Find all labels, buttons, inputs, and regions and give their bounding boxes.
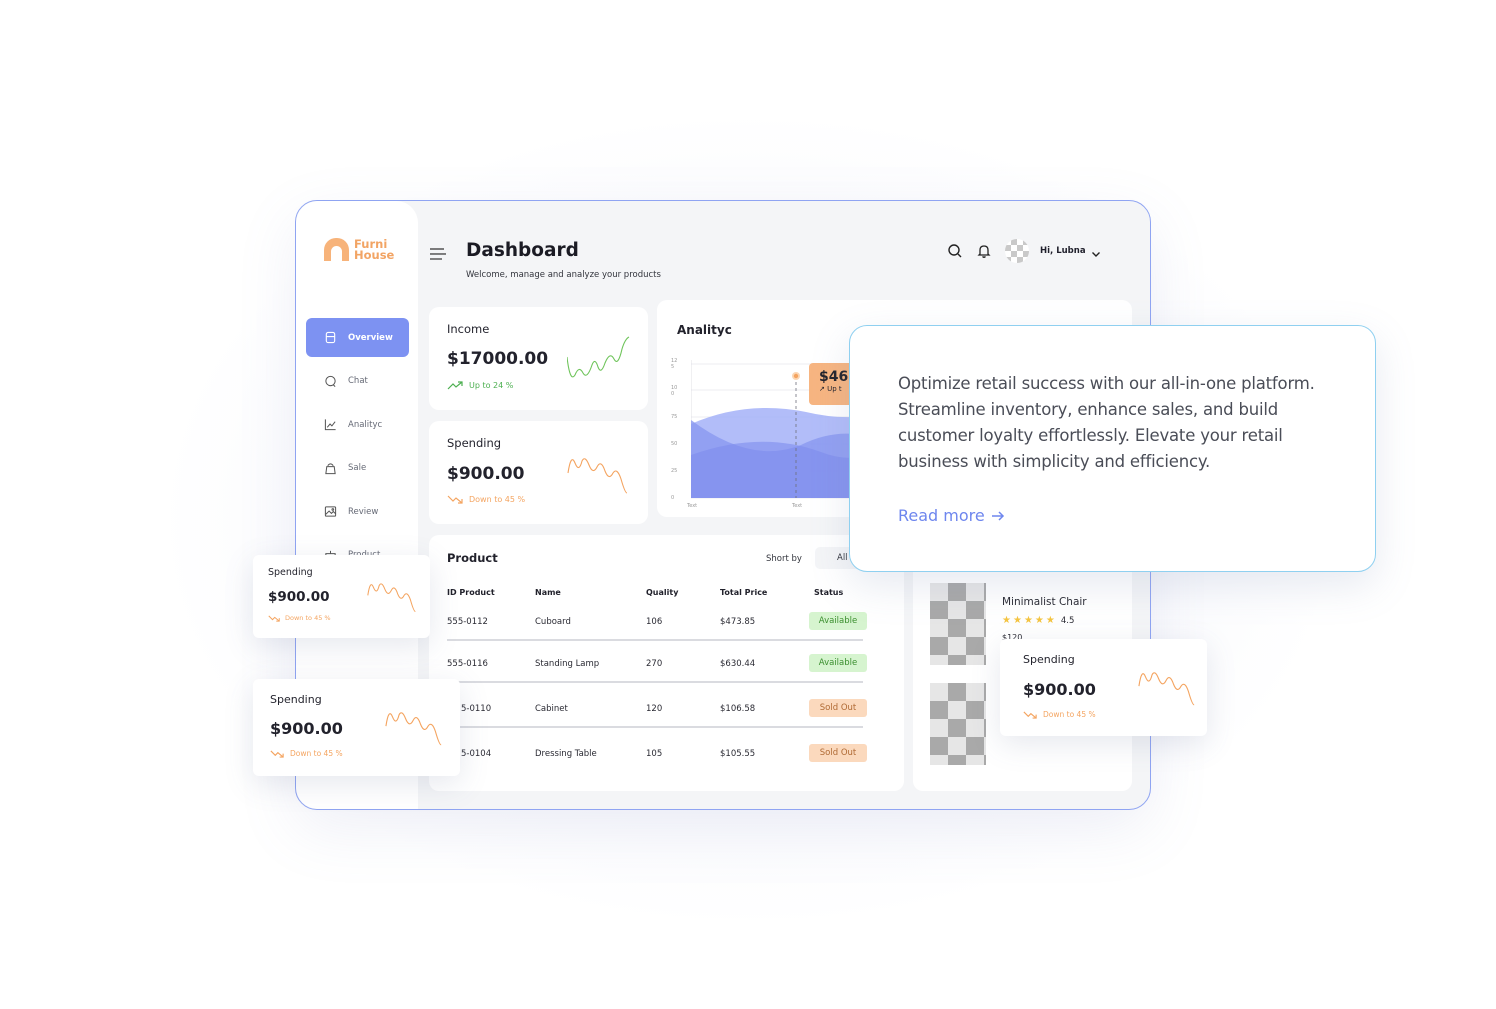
star-icon: ★ [1002, 615, 1011, 626]
y-tick-75: 75 [671, 414, 678, 420]
page-subtitle: Welcome, manage and analyze your product… [466, 270, 661, 280]
y-tick-0: 0 [671, 495, 675, 501]
promo-card: Optimize retail success with our all-in-… [849, 325, 1376, 572]
product-image-placeholder[interactable] [930, 683, 986, 765]
image-icon [324, 505, 337, 518]
brand-logo[interactable]: Furni House [324, 238, 396, 261]
spending-float-card: Spending $900.00 Down to 45 % [1000, 639, 1207, 736]
product-title: Product [447, 551, 498, 565]
analytics-icon [324, 418, 337, 431]
product-table-card: Product Short by All ID Product Name Qua… [429, 535, 904, 791]
spending-sparkline [385, 712, 442, 746]
page-title: Dashboard [466, 240, 579, 261]
status-badge: Available [809, 612, 867, 630]
spending-label: Spending [1023, 653, 1075, 666]
row-divider [447, 726, 863, 728]
sidebar-nav: Overview Chat Analityc Sale Review [306, 318, 409, 579]
spending-value: $900.00 [1023, 680, 1096, 699]
spending-label: Spending [447, 436, 502, 450]
hamburger-menu-icon[interactable] [430, 245, 446, 264]
star-icon: ★ [1012, 615, 1022, 626]
avatar[interactable] [1005, 239, 1029, 263]
spending-value: $900.00 [270, 719, 343, 738]
search-icon[interactable] [947, 243, 963, 259]
status-badge: Sold Out [809, 699, 867, 717]
chevron-down-icon[interactable] [1090, 245, 1102, 264]
sidebar-item-sale[interactable]: Sale [306, 449, 409, 488]
y-tick-125: 12 5 [671, 358, 678, 370]
trend-down-icon [447, 495, 463, 504]
income-card: Income $17000.00 Up to 24 % [429, 307, 648, 410]
column-header: Status [814, 588, 844, 597]
spending-sparkline [1138, 672, 1195, 706]
sort-label: Short by [766, 554, 802, 564]
spending-trend: Down to 45 % [270, 749, 343, 758]
x-tick-label: Text [687, 503, 698, 509]
sidebar-item-chat[interactable]: Chat [306, 362, 409, 401]
income-label: Income [447, 322, 490, 336]
trend-up-icon [447, 381, 463, 390]
table-row[interactable]: 555-0116 Standing Lamp 270 $630.44 Avail… [447, 641, 867, 685]
table-row[interactable]: 5-0110 Cabinet 120 $106.58 Sold Out [447, 686, 867, 730]
sidebar-item-overview[interactable]: Overview [306, 318, 409, 357]
sidebar-item-label: Sale [348, 463, 367, 473]
spending-trend: Down to 45 % [1023, 710, 1096, 719]
trend-down-icon [270, 750, 284, 758]
y-tick-50: 50 [671, 441, 678, 447]
row-divider [447, 681, 863, 683]
sidebar-item-label: Overview [348, 332, 393, 343]
spending-card: Spending $900.00 Down to 45 % [429, 421, 648, 524]
sidebar-item-label: Review [348, 506, 379, 517]
user-greeting[interactable]: Hi, Lubna [1040, 246, 1086, 256]
store-icon [324, 331, 337, 344]
column-header: Total Price [720, 588, 768, 597]
spending-float-card: Spending $900.00 Down to 45 % [253, 555, 430, 638]
table-row[interactable]: 5-0104 Dressing Table 105 $105.55 Sold O… [447, 731, 867, 775]
arrow-right-icon [991, 510, 1004, 521]
analytics-title: Analityc [677, 323, 732, 337]
column-header: Name [535, 588, 561, 597]
promo-text: Optimize retail success with our all-in-… [898, 374, 1315, 471]
spending-trend: Down to 45 % [447, 495, 525, 504]
spending-value: $900.00 [268, 589, 330, 605]
read-more-link[interactable]: Read more [898, 506, 1005, 525]
chat-icon [324, 375, 337, 388]
spending-trend: Down to 45 % [268, 614, 331, 622]
spending-float-card: Spending $900.00 Down to 45 % [253, 679, 460, 776]
sidebar-item-label: Analityc [348, 419, 383, 430]
featured-product-name[interactable]: Minimalist Chair [1002, 596, 1087, 608]
star-icon: ★ [1034, 615, 1044, 626]
spending-sparkline [367, 583, 416, 613]
column-header: Quality [646, 588, 679, 597]
trend-down-icon [1023, 711, 1037, 719]
trend-down-icon [268, 615, 280, 622]
status-badge: Available [809, 654, 867, 672]
arch-logo-icon [324, 238, 349, 261]
sidebar-item-analityc[interactable]: Analityc [306, 405, 409, 444]
income-sparkline [567, 336, 630, 378]
brand-name: Furni House [354, 236, 395, 262]
spending-value: $900.00 [447, 464, 525, 484]
star-icon: ★ [1023, 615, 1033, 626]
income-value: $17000.00 [447, 349, 549, 369]
table-row[interactable]: 555-0112 Cuboard 106 $473.85 Available [447, 599, 867, 643]
y-tick-25: 25 [671, 468, 678, 474]
column-header: ID Product [447, 588, 495, 597]
sidebar-item-label: Chat [348, 376, 368, 386]
rating-stars: ★ ★ ★ ★ ★ 4.5 [1002, 615, 1074, 626]
y-tick-100: 10 0 [671, 385, 678, 397]
bag-icon [324, 462, 337, 475]
x-tick-label: Text [792, 503, 803, 509]
star-half-icon: ★ [1045, 615, 1055, 626]
spending-label: Spending [270, 693, 322, 706]
product-image-placeholder[interactable] [930, 583, 986, 665]
spending-label: Spending [268, 567, 313, 578]
bell-icon[interactable] [976, 243, 992, 259]
status-badge: Sold Out [809, 744, 867, 762]
sidebar-item-review[interactable]: Review [306, 492, 409, 531]
rating-value: 4.5 [1060, 615, 1075, 626]
income-trend: Up to 24 % [447, 381, 513, 390]
spending-sparkline [567, 458, 628, 494]
